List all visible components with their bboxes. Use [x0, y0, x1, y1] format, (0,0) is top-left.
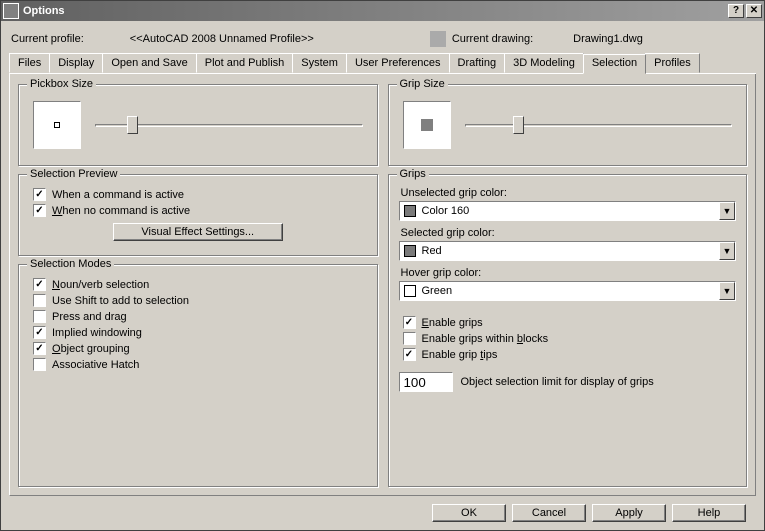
checkbox-label: Implied windowing	[52, 327, 142, 339]
checkbox-icon	[33, 204, 46, 217]
checkbox-enable-grips[interactable]: Enable grips	[399, 316, 737, 329]
tab-selection[interactable]: Selection	[583, 54, 646, 74]
grip-limit-input[interactable]	[399, 372, 453, 392]
help-button[interactable]: Help	[672, 504, 746, 522]
combo-value: Green	[420, 285, 720, 297]
checkbox-icon	[33, 278, 46, 291]
selected-grip-color-label: Selected grip color:	[401, 227, 737, 239]
current-drawing-value: Drawing1.dwg	[573, 33, 643, 45]
visual-effect-settings-button[interactable]: Visual Effect Settings...	[113, 223, 283, 241]
checkbox-icon	[403, 332, 416, 345]
current-drawing-label: Current drawing:	[452, 33, 533, 45]
current-profile-value: <<AutoCAD 2008 Unnamed Profile>>	[130, 33, 314, 45]
pickbox-mark-icon	[54, 122, 60, 128]
tab-drafting[interactable]: Drafting	[449, 53, 506, 73]
checkbox-label: Associative Hatch	[52, 359, 139, 371]
checkbox-icon	[403, 348, 416, 361]
checkbox-label: When no command is active	[52, 205, 190, 217]
current-profile-label: Current profile:	[11, 33, 84, 45]
checkbox-label: Use Shift to add to selection	[52, 295, 189, 307]
checkbox-label: Press and drag	[52, 311, 127, 323]
checkbox-associative-hatch[interactable]: Associative Hatch	[29, 358, 367, 371]
color-swatch-icon	[404, 285, 416, 297]
app-icon	[3, 3, 19, 19]
chevron-down-icon: ▼	[719, 282, 735, 300]
tab-open-and-save[interactable]: Open and Save	[102, 53, 196, 73]
hover-grip-color-label: Hover grip color:	[401, 267, 737, 279]
checkbox-when-no-command-active[interactable]: When no command is active	[29, 204, 367, 217]
tab-strip: Files Display Open and Save Plot and Pub…	[9, 53, 756, 74]
grip-mark-icon	[421, 119, 433, 131]
checkbox-label: Enable grips within blocks	[422, 333, 549, 345]
checkbox-object-grouping[interactable]: Object grouping	[29, 342, 367, 355]
group-grips: Grips Unselected grip color: Color 160 ▼…	[388, 174, 748, 487]
combo-value: Red	[420, 245, 720, 257]
hover-grip-color-combo[interactable]: Green ▼	[399, 281, 737, 301]
checkbox-icon	[33, 342, 46, 355]
color-swatch-icon	[404, 205, 416, 217]
grip-size-legend: Grip Size	[397, 78, 448, 90]
checkbox-use-shift[interactable]: Use Shift to add to selection	[29, 294, 367, 307]
chevron-down-icon: ▼	[719, 202, 735, 220]
profile-header: Current profile: <<AutoCAD 2008 Unnamed …	[9, 27, 756, 53]
group-selection-preview: Selection Preview When a command is acti…	[18, 174, 378, 256]
checkbox-press-and-drag[interactable]: Press and drag	[29, 310, 367, 323]
checkbox-label: When a command is active	[52, 189, 184, 201]
tab-panel-selection: Pickbox Size Selection Preview When a co…	[9, 74, 756, 496]
tab-files[interactable]: Files	[9, 53, 50, 73]
tab-display[interactable]: Display	[49, 53, 103, 73]
pickbox-slider[interactable]	[95, 114, 363, 136]
selected-grip-color-combo[interactable]: Red ▼	[399, 241, 737, 261]
chevron-down-icon: ▼	[719, 242, 735, 260]
titlebar: Options ? ✕	[1, 1, 764, 21]
checkbox-label: Noun/verb selection	[52, 279, 149, 291]
checkbox-icon	[33, 358, 46, 371]
options-window: Options ? ✕ Current profile: <<AutoCAD 2…	[0, 0, 765, 531]
tab-profiles[interactable]: Profiles	[645, 53, 700, 73]
checkbox-icon	[403, 316, 416, 329]
checkbox-when-command-active[interactable]: When a command is active	[29, 188, 367, 201]
pickbox-preview	[33, 101, 81, 149]
grip-limit-label: Object selection limit for display of gr…	[461, 376, 654, 388]
apply-button[interactable]: Apply	[592, 504, 666, 522]
unselected-grip-color-label: Unselected grip color:	[401, 187, 737, 199]
tab-3d-modeling[interactable]: 3D Modeling	[504, 53, 584, 73]
checkbox-label: Enable grip tips	[422, 349, 498, 361]
tab-system[interactable]: System	[292, 53, 347, 73]
grip-size-slider[interactable]	[465, 114, 733, 136]
grip-preview	[403, 101, 451, 149]
tab-plot-and-publish[interactable]: Plot and Publish	[196, 53, 294, 73]
checkbox-enable-grips-blocks[interactable]: Enable grips within blocks	[399, 332, 737, 345]
checkbox-icon	[33, 188, 46, 201]
group-grip-size: Grip Size	[388, 84, 748, 166]
selection-preview-legend: Selection Preview	[27, 168, 120, 180]
checkbox-noun-verb[interactable]: Noun/verb selection	[29, 278, 367, 291]
ok-button[interactable]: OK	[432, 504, 506, 522]
checkbox-icon	[33, 326, 46, 339]
close-titlebar-button[interactable]: ✕	[746, 4, 762, 18]
help-titlebar-button[interactable]: ?	[728, 4, 744, 18]
checkbox-enable-grip-tips[interactable]: Enable grip tips	[399, 348, 737, 361]
checkbox-label: Enable grips	[422, 317, 483, 329]
checkbox-icon	[33, 310, 46, 323]
checkbox-label: Object grouping	[52, 343, 130, 355]
color-swatch-icon	[404, 245, 416, 257]
dialog-buttons: OK Cancel Apply Help	[9, 496, 756, 530]
window-title: Options	[23, 5, 728, 17]
cancel-button[interactable]: Cancel	[512, 504, 586, 522]
combo-value: Color 160	[420, 205, 720, 217]
checkbox-implied-windowing[interactable]: Implied windowing	[29, 326, 367, 339]
selection-modes-legend: Selection Modes	[27, 258, 114, 270]
group-pickbox-size: Pickbox Size	[18, 84, 378, 166]
group-selection-modes: Selection Modes Noun/verb selection Use …	[18, 264, 378, 487]
unselected-grip-color-combo[interactable]: Color 160 ▼	[399, 201, 737, 221]
current-drawing-icon	[430, 31, 446, 47]
checkbox-icon	[33, 294, 46, 307]
pickbox-legend: Pickbox Size	[27, 78, 96, 90]
grips-legend: Grips	[397, 168, 429, 180]
tab-user-preferences[interactable]: User Preferences	[346, 53, 450, 73]
